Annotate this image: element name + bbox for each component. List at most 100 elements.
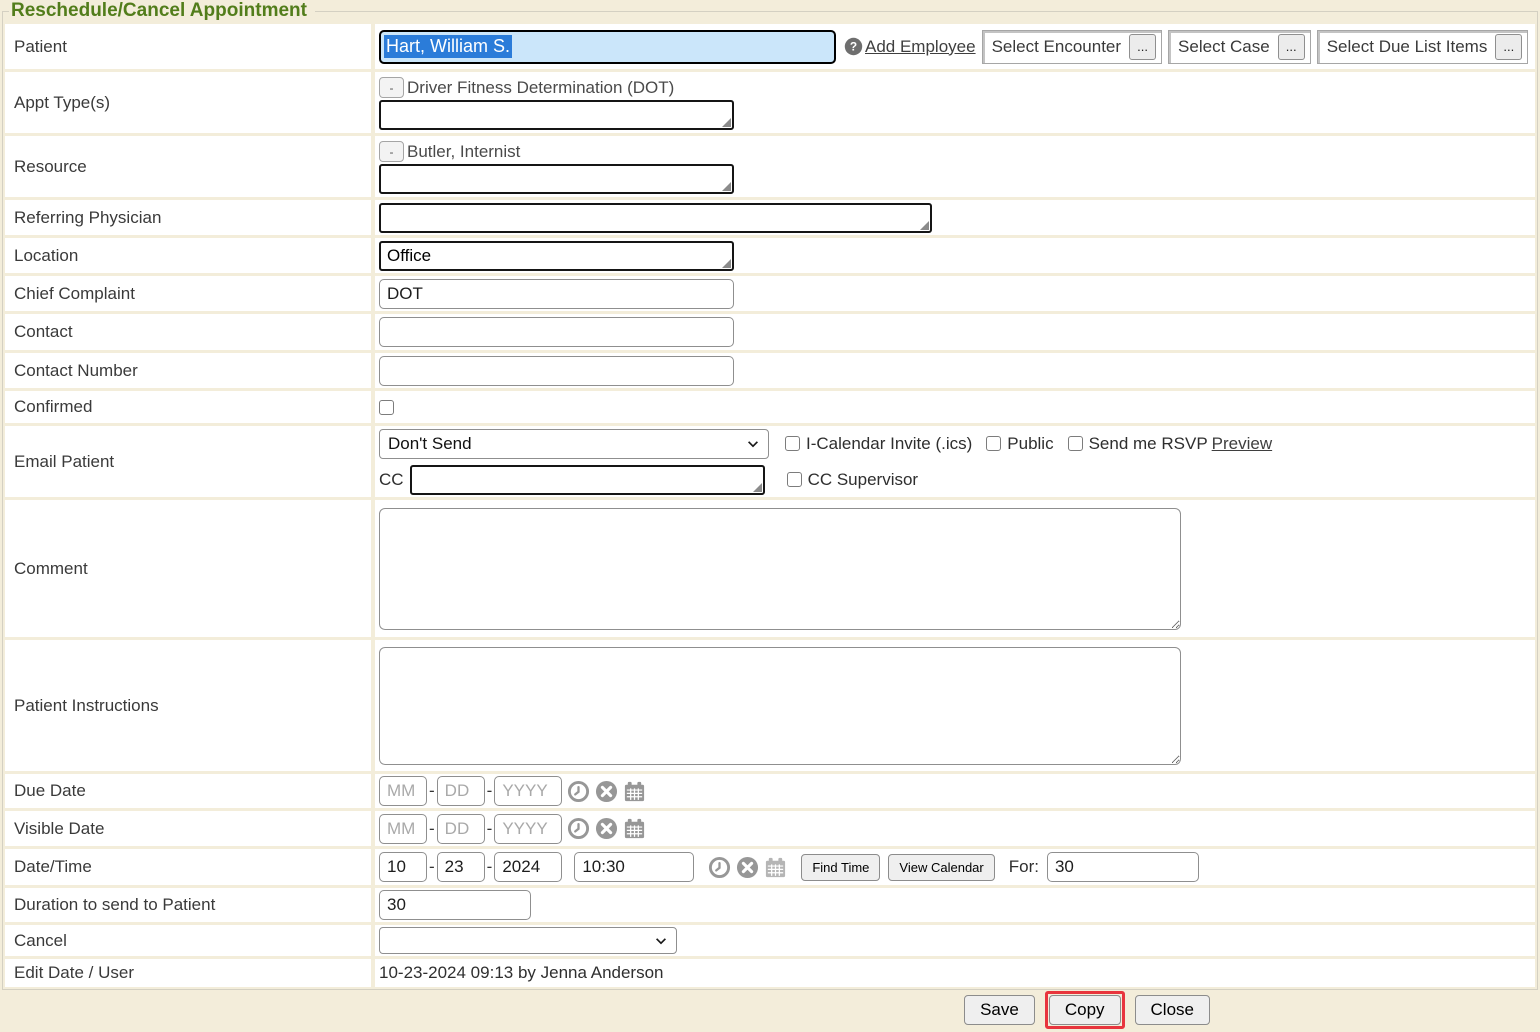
location-input[interactable] [379, 241, 734, 271]
due-date-month-input[interactable] [379, 776, 427, 806]
question-icon[interactable]: ? [844, 37, 863, 56]
referring-physician-label: Referring Physician [5, 200, 371, 235]
icalendar-invite-checkbox[interactable] [785, 436, 800, 451]
visible-date-day-input[interactable] [437, 814, 485, 844]
location-label: Location [5, 238, 371, 273]
date-separator: - [487, 819, 493, 839]
cancel-reason-select[interactable] [379, 927, 677, 954]
date-separator: - [487, 781, 493, 801]
patient-instructions-label: Patient Instructions [5, 640, 371, 771]
row-patient-instructions: Patient Instructions [5, 640, 1535, 771]
cancel-label: Cancel [5, 925, 371, 956]
clear-icon[interactable] [736, 856, 759, 879]
calendar-icon[interactable] [623, 780, 646, 803]
row-contact: Contact [5, 314, 1535, 350]
visible-date-year-input[interactable] [494, 814, 562, 844]
find-time-button[interactable]: Find Time [801, 854, 880, 881]
comment-textarea[interactable] [379, 508, 1181, 630]
send-me-rsvp-checkbox[interactable] [1068, 436, 1083, 451]
visible-date-field-cell: - - [375, 811, 1535, 846]
date-separator: - [429, 781, 435, 801]
datetime-year-input[interactable] [494, 852, 562, 882]
chevron-down-icon [746, 437, 760, 451]
comment-field-cell [375, 500, 1535, 637]
patient-field-cell: Hart, William S. ? Add Employee Select E… [375, 24, 1535, 69]
select-due-list-items-box: Select Due List Items ... [1317, 30, 1529, 64]
cc-supervisor-label: CC Supervisor [808, 470, 919, 490]
visible-date-month-input[interactable] [379, 814, 427, 844]
confirmed-checkbox[interactable] [379, 400, 394, 415]
view-calendar-button[interactable]: View Calendar [888, 854, 994, 881]
clear-icon[interactable] [595, 817, 618, 840]
patient-input[interactable]: Hart, William S. [379, 30, 836, 64]
chevron-down-icon [654, 934, 668, 948]
row-cancel: Cancel [5, 925, 1535, 956]
select-case-button[interactable]: ... [1278, 34, 1305, 60]
close-button[interactable]: Close [1135, 995, 1210, 1025]
contact-label: Contact [5, 314, 371, 350]
send-me-rsvp-label: Send me RSVP [1089, 434, 1208, 454]
appt-type-remove-button[interactable]: - [379, 77, 404, 98]
edit-date-user-value: 10-23-2024 09:13 by Jenna Anderson [379, 963, 664, 983]
appt-type-selected-text: Driver Fitness Determination (DOT) [407, 78, 674, 98]
referring-physician-field-cell [375, 200, 1535, 235]
chief-complaint-input[interactable] [379, 279, 734, 309]
for-duration-input[interactable] [1047, 852, 1199, 882]
clear-icon[interactable] [595, 780, 618, 803]
datetime-day-input[interactable] [437, 852, 485, 882]
contact-number-input[interactable] [379, 356, 734, 386]
appt-types-input[interactable] [379, 100, 734, 130]
date-separator: - [429, 857, 435, 877]
row-resource: Resource - Butler, Internist [5, 136, 1535, 197]
patient-label: Patient [5, 24, 371, 69]
location-input-wrap [379, 241, 734, 271]
datetime-time-input[interactable] [574, 852, 694, 882]
row-edit-date-user: Edit Date / User 10-23-2024 09:13 by Jen… [5, 959, 1535, 987]
resource-input[interactable] [379, 164, 734, 194]
select-due-list-items-button[interactable]: ... [1495, 34, 1522, 60]
copy-button[interactable]: Copy [1049, 995, 1121, 1025]
cc-label: CC [379, 470, 404, 490]
resource-remove-button[interactable]: - [379, 141, 404, 162]
referring-physician-input[interactable] [379, 203, 932, 233]
select-encounter-button[interactable]: ... [1129, 34, 1156, 60]
clock-icon[interactable] [567, 817, 590, 840]
appt-types-input-wrap [379, 100, 734, 130]
edit-date-user-field-cell: 10-23-2024 09:13 by Jenna Anderson [375, 959, 1535, 987]
select-case-box: Select Case ... [1168, 30, 1311, 64]
row-appt-types: Appt Type(s) - Driver Fitness Determinat… [5, 72, 1535, 133]
calendar-icon[interactable] [623, 817, 646, 840]
clock-icon[interactable] [708, 856, 731, 879]
contact-number-field-cell [375, 353, 1535, 388]
add-employee-link[interactable]: Add Employee [865, 37, 976, 57]
preview-link[interactable]: Preview [1212, 434, 1272, 454]
comment-label: Comment [5, 500, 371, 637]
public-checkbox[interactable] [986, 436, 1001, 451]
select-due-list-items-label: Select Due List Items [1327, 37, 1488, 57]
datetime-month-input[interactable] [379, 852, 427, 882]
date-separator: - [429, 819, 435, 839]
row-email-patient: Email Patient Don't Send I-Calendar Invi… [5, 426, 1535, 497]
chief-complaint-label: Chief Complaint [5, 276, 371, 311]
datetime-field-cell: - - Find Time View Calendar For: [375, 849, 1535, 885]
due-date-day-input[interactable] [437, 776, 485, 806]
email-send-select[interactable]: Don't Send [379, 429, 769, 459]
datetime-label: Date/Time [5, 849, 371, 885]
patient-instructions-textarea[interactable] [379, 647, 1181, 765]
cc-input[interactable] [410, 465, 765, 495]
duration-input[interactable] [379, 890, 531, 920]
for-label: For: [1009, 857, 1039, 877]
row-comment: Comment [5, 500, 1535, 637]
select-encounter-box: Select Encounter ... [982, 30, 1162, 64]
save-button[interactable]: Save [964, 995, 1035, 1025]
patient-instructions-field-cell [375, 640, 1535, 771]
appointment-form: Reschedule/Cancel Appointment Patient Ha… [2, 0, 1538, 990]
contact-input[interactable] [379, 317, 734, 347]
calendar-icon[interactable] [764, 856, 787, 879]
clock-icon[interactable] [567, 780, 590, 803]
email-patient-field-cell: Don't Send I-Calendar Invite (.ics) Publ… [375, 426, 1535, 497]
due-date-year-input[interactable] [494, 776, 562, 806]
edit-date-user-label: Edit Date / User [5, 959, 371, 987]
cc-supervisor-checkbox[interactable] [787, 472, 802, 487]
patient-selected-text: Hart, William S. [384, 35, 512, 58]
